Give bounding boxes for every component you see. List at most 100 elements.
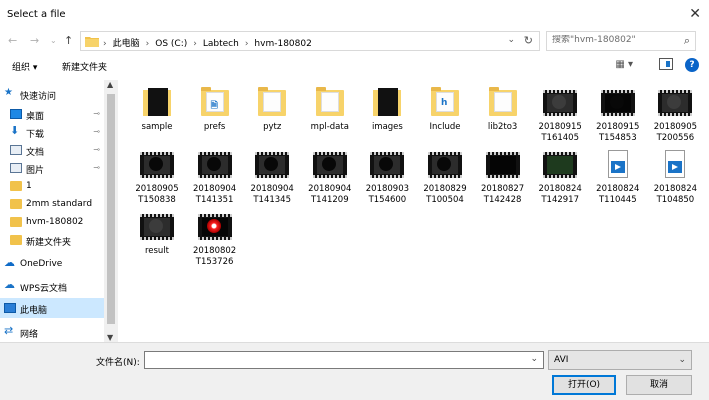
breadcrumb-separator-icon[interactable]: › xyxy=(146,39,150,49)
file-name: 20180915 T154853 xyxy=(596,122,640,143)
breadcrumb-item[interactable]: 此电脑 xyxy=(113,39,140,49)
file-name: images xyxy=(371,122,403,132)
sidebar-item[interactable]: 此电脑 xyxy=(0,298,104,318)
sidebar-item[interactable]: 新建文件夹 xyxy=(0,230,104,250)
organize-menu[interactable]: 组织 ▾ xyxy=(12,60,37,73)
help-icon[interactable]: ? xyxy=(685,58,699,72)
sidebar-item[interactable]: 文档 ⊸ xyxy=(0,140,104,160)
sidebar-item[interactable]: ⇄ 网络 xyxy=(0,322,104,342)
recent-dropdown-icon[interactable]: ⌄ xyxy=(50,36,57,45)
file-item[interactable]: 🗎 prefs xyxy=(186,86,244,133)
scroll-up-icon[interactable]: ▲ xyxy=(107,80,113,89)
close-icon[interactable]: ✕ xyxy=(689,6,701,22)
file-name: sample xyxy=(141,122,173,132)
up-icon[interactable]: ↑ xyxy=(64,34,73,47)
refresh-icon[interactable]: ↻ xyxy=(524,34,533,47)
folder-icon: h xyxy=(428,86,462,120)
file-item[interactable]: 20180904 T141345 xyxy=(243,148,301,206)
file-item[interactable]: 20180827 T142428 xyxy=(474,148,532,206)
file-item[interactable]: 20180829 T100504 xyxy=(416,148,474,206)
file-list: sample 🗎 prefs pytz mpl-data images h Include li… xyxy=(118,80,709,342)
file-item[interactable]: lib2to3 xyxy=(474,86,532,133)
chevron-down-icon[interactable]: ⌄ xyxy=(507,35,515,45)
sidebar-item[interactable]: hvm-180802 xyxy=(0,212,104,232)
video-file-icon xyxy=(197,210,232,244)
file-name: 20180904 T141209 xyxy=(308,184,352,205)
filename-input[interactable] xyxy=(149,354,519,364)
filetype-select[interactable]: AVI ⌄ xyxy=(548,350,692,370)
file-item[interactable]: 20180915 T161405 xyxy=(531,86,589,144)
file-item[interactable]: 20180903 T154600 xyxy=(358,148,416,206)
view-options-icon[interactable]: ▦ ▾ xyxy=(615,59,633,70)
file-name: 20180802 T153726 xyxy=(192,246,237,267)
search-icon[interactable]: ⌕ xyxy=(684,34,690,48)
sidebar-item-label: 文档 xyxy=(26,148,45,158)
breadcrumb-item[interactable]: hvm-180802 xyxy=(254,39,311,49)
address-bar[interactable]: › 此电脑 › OS (C:) › Labtech › hvm-180802 ⌄ ↻ xyxy=(80,31,540,51)
chevron-down-icon[interactable]: ⌄ xyxy=(530,354,538,364)
folder-icon: 🗎 xyxy=(198,86,232,120)
video-file-icon xyxy=(428,148,462,182)
search-input[interactable] xyxy=(552,35,672,45)
file-item[interactable]: 20180824 T142917 xyxy=(531,148,589,206)
video-file-icon xyxy=(658,86,693,120)
file-item[interactable]: 20180904 T141209 xyxy=(301,148,359,206)
sidebar-item[interactable]: 图片 ⊸ xyxy=(0,158,104,178)
sidebar-scrollbar[interactable]: ▲ ▼ xyxy=(104,80,118,342)
new-folder-button[interactable]: 新建文件夹 xyxy=(62,60,107,73)
file-name: mpl-data xyxy=(310,122,349,132)
search-box[interactable]: ⌕ xyxy=(546,31,696,51)
scroll-down-icon[interactable]: ▼ xyxy=(107,333,113,342)
back-icon[interactable]: ← xyxy=(8,34,17,47)
cancel-button[interactable]: 取消 xyxy=(626,375,692,395)
folder-icon xyxy=(10,217,22,227)
file-item[interactable]: 20180824 T104850 xyxy=(646,148,704,206)
breadcrumb-item[interactable]: OS (C:) xyxy=(155,39,187,49)
breadcrumb-separator-icon[interactable]: › xyxy=(193,39,197,49)
file-item[interactable]: 20180824 T110445 xyxy=(589,148,647,206)
sidebar-item[interactable]: ★ 快速访问 xyxy=(0,84,104,104)
sidebar-item[interactable]: 2mm standard xyxy=(0,194,104,214)
file-item[interactable]: sample xyxy=(128,86,186,133)
sidebar-item[interactable]: 1 xyxy=(0,176,104,196)
file-item[interactable]: result xyxy=(128,210,186,257)
sidebar-item-label: 新建文件夹 xyxy=(26,238,72,248)
navigation-pane: ▲ ▼ ★ 快速访问 桌面 ⊸ ⬇ 下载 ⊸ 文档 ⊸ 图片 ⊸ 1 2mm standard hvm-1… xyxy=(0,80,118,342)
sidebar-item-label: WPS云文档 xyxy=(20,284,68,294)
sidebar-item[interactable]: ☁ WPS云文档 xyxy=(0,276,104,296)
filename-combobox[interactable]: ⌄ xyxy=(144,351,544,369)
file-item[interactable]: 20180905 T150838 xyxy=(128,148,186,206)
file-item[interactable]: 20180915 T154853 xyxy=(589,86,647,144)
folder-icon xyxy=(255,86,289,120)
file-item[interactable]: h Include xyxy=(416,86,474,133)
pin-icon: ⊸ xyxy=(93,163,100,172)
pin-icon: ⊸ xyxy=(93,145,100,154)
file-item[interactable]: mpl-data xyxy=(301,86,359,133)
forward-icon[interactable]: → xyxy=(30,34,39,47)
file-item[interactable]: pytz xyxy=(243,86,301,133)
file-name: pytz xyxy=(263,122,282,132)
file-item[interactable]: images xyxy=(358,86,416,133)
onedrive-icon: ☁ xyxy=(4,256,15,269)
file-item[interactable]: 20180905 T200556 xyxy=(646,86,704,144)
preview-pane-icon[interactable] xyxy=(659,58,673,70)
video-file-icon xyxy=(600,86,635,120)
video-file-icon xyxy=(370,148,405,182)
this-pc-icon xyxy=(4,303,16,313)
file-name: 20180904 T141351 xyxy=(192,184,237,205)
pin-icon: ⊸ xyxy=(93,127,100,136)
file-item[interactable]: 20180904 T141351 xyxy=(186,148,244,206)
breadcrumb-item[interactable]: Labtech xyxy=(203,39,239,49)
sidebar-item[interactable]: ☁ OneDrive xyxy=(0,254,104,274)
sidebar-item[interactable]: 桌面 ⊸ xyxy=(0,104,104,124)
breadcrumb-separator-icon[interactable]: › xyxy=(245,39,249,49)
file-item[interactable]: 20180802 T153726 xyxy=(186,210,244,268)
open-button[interactable]: 打开(O) xyxy=(552,375,616,395)
filename-label: 文件名(N): xyxy=(96,358,140,368)
breadcrumb-separator-icon[interactable]: › xyxy=(103,39,107,49)
file-name: 20180829 T100504 xyxy=(423,184,467,205)
scrollbar-thumb[interactable] xyxy=(107,94,115,324)
chevron-down-icon: ⌄ xyxy=(678,355,686,365)
sidebar-item-label: 此电脑 xyxy=(20,306,48,316)
sidebar-item[interactable]: ⬇ 下载 ⊸ xyxy=(0,122,104,142)
